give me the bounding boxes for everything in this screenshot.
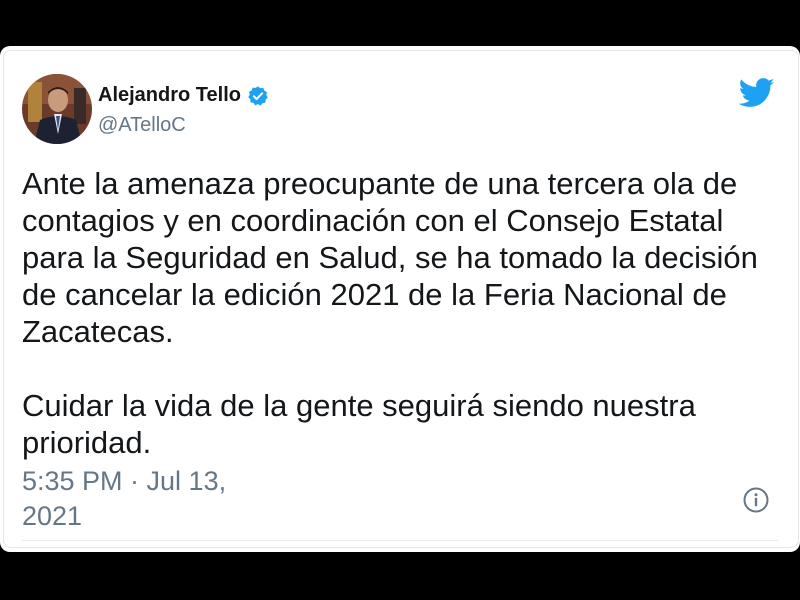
tweet-paragraph: Ante la amenaza preocupante de una terce… xyxy=(22,166,758,349)
tweet-text: Ante la amenaza preocupante de una terce… xyxy=(22,165,792,461)
avatar[interactable] xyxy=(22,74,92,144)
twitter-bird-icon[interactable] xyxy=(738,78,775,108)
author-handle[interactable]: @ATelloC xyxy=(98,114,186,137)
divider xyxy=(22,540,778,541)
author-name[interactable]: Alejandro Tello xyxy=(98,84,241,107)
tweet-paragraph: Cuidar la vida de la gente seguirá siend… xyxy=(22,388,696,460)
tweet-timestamp[interactable]: 5:35 PM · Jul 13, 2021 xyxy=(22,464,282,534)
author-row: Alejandro Tello xyxy=(98,84,269,107)
info-icon[interactable] xyxy=(743,487,769,513)
verified-badge-icon xyxy=(247,85,269,107)
